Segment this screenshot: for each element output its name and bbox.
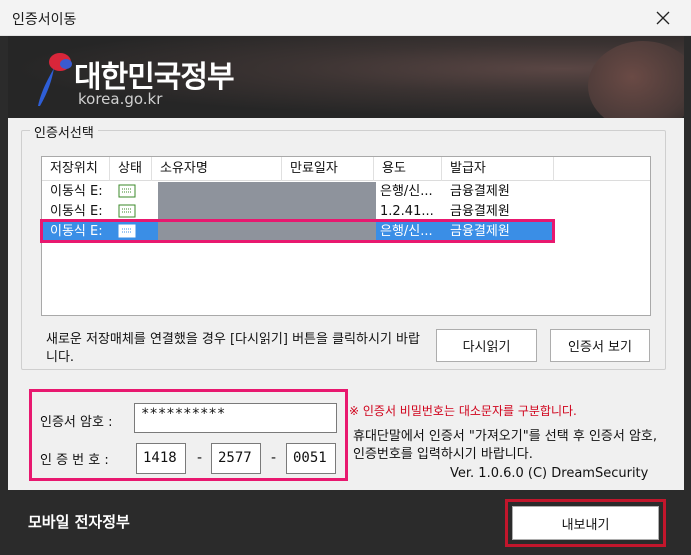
password-input[interactable]: ********** bbox=[134, 403, 337, 433]
auth-number-field-2[interactable]: 2577 bbox=[211, 443, 261, 474]
auth-number-separator: - bbox=[197, 450, 203, 466]
cert-location: 이동식 E: bbox=[50, 184, 103, 199]
auth-number-label: 인 증 번 호 : bbox=[40, 453, 109, 468]
cert-select-legend: 인증서선택 bbox=[30, 122, 98, 141]
auth-number-separator: - bbox=[271, 450, 277, 466]
cert-row[interactable]: 이동식 E: 은행/신... 금융결제원 bbox=[42, 182, 554, 202]
auth-number-field-3[interactable]: 0051 bbox=[286, 443, 336, 474]
window-titlebar: 인증서이동 bbox=[0, 0, 691, 36]
column-header-location[interactable]: 저장위치 bbox=[42, 157, 110, 181]
selected-row-highlight bbox=[40, 219, 555, 243]
korea-government-logo-icon bbox=[38, 53, 72, 106]
header-banner: 대한민국정부 korea.go.kr bbox=[8, 36, 684, 118]
password-label: 인증서 암호 : bbox=[40, 415, 113, 430]
redacted-owner-expiry bbox=[158, 182, 376, 202]
column-header-status[interactable]: 상태 bbox=[110, 157, 152, 181]
cert-status-icon bbox=[118, 184, 136, 204]
cert-usage: 은행/신... bbox=[380, 184, 433, 199]
banner-decoration bbox=[588, 41, 684, 118]
case-sensitive-warning: ※ 인증서 비밀번호는 대소문자를 구분합니다. bbox=[349, 404, 577, 418]
mobile-egov-label: 모바일 전자정부 bbox=[28, 513, 130, 531]
version-text: Ver. 1.0.6.0 (C) DreamSecurity bbox=[450, 466, 649, 481]
column-header-usage[interactable]: 용도 bbox=[374, 157, 442, 181]
cert-list-header: 저장위치 상태 소유자명 만료일자 용도 발급자 bbox=[42, 157, 650, 181]
column-header-owner[interactable]: 소유자명 bbox=[152, 157, 282, 181]
reload-button[interactable]: 다시읽기 bbox=[436, 329, 537, 362]
auth-number-field-1[interactable]: 1418 bbox=[136, 443, 186, 474]
column-header-issuer[interactable]: 발급자 bbox=[442, 157, 554, 181]
export-button[interactable]: 내보내기 bbox=[512, 506, 659, 540]
import-instructions: 휴대단말에서 인증서 "가져오기"를 선택 후 인증서 암호, 인증번호를 입력… bbox=[353, 429, 658, 462]
window-title: 인증서이동 bbox=[12, 12, 77, 28]
close-button[interactable] bbox=[643, 4, 683, 32]
banner-subtitle: korea.go.kr bbox=[78, 90, 163, 108]
reload-hint-text: 새로운 저장매체를 연결했을 경우 [다시읽기] 버튼을 클릭하시기 바랍니다. bbox=[46, 332, 420, 365]
close-icon bbox=[656, 11, 670, 25]
view-cert-button[interactable]: 인증서 보기 bbox=[550, 329, 650, 362]
cert-issuer: 금융결제원 bbox=[450, 184, 510, 199]
column-header-expiry[interactable]: 만료일자 bbox=[282, 157, 374, 181]
